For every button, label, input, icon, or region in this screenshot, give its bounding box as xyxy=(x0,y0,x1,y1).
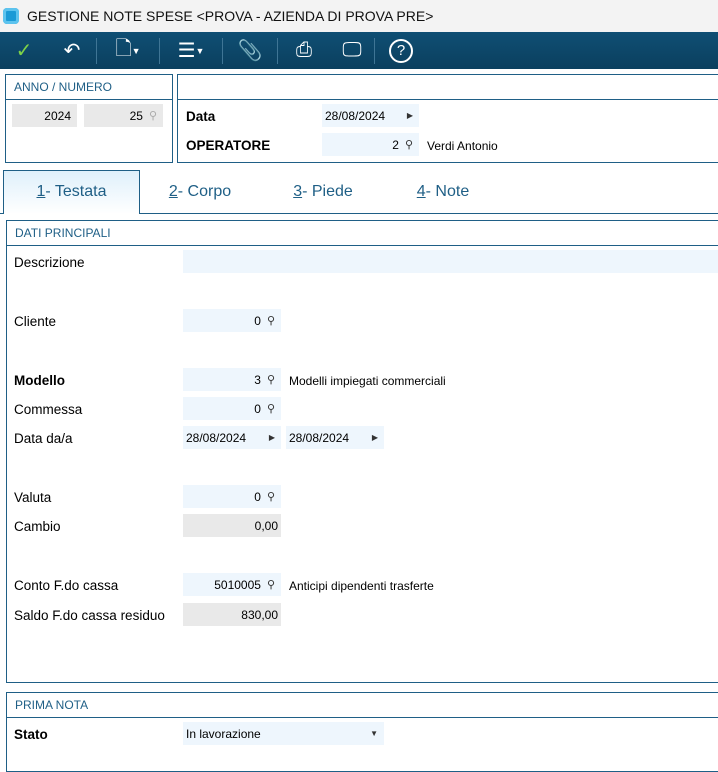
conto-value: 5010005 xyxy=(214,577,261,592)
undo-icon[interactable]: ↶ xyxy=(48,32,96,69)
commessa-value: 0 xyxy=(254,401,261,416)
commessa-label: Commessa xyxy=(14,402,83,417)
operatore-label: OPERATORE xyxy=(186,138,271,153)
help-icon[interactable]: ? xyxy=(375,32,427,69)
cliente-field[interactable]: 0 ⚲ xyxy=(183,309,281,332)
document-icon[interactable]: 🗋 ▼ xyxy=(97,32,159,69)
data-a-field[interactable]: 28/08/2024 ▶ xyxy=(286,426,384,449)
search-icon[interactable]: ⚲ xyxy=(267,402,275,415)
search-icon[interactable]: ⚲ xyxy=(149,109,157,122)
search-icon[interactable]: ⚲ xyxy=(267,373,275,386)
search-icon[interactable]: ⚲ xyxy=(267,578,275,591)
modello-value: 3 xyxy=(254,372,261,387)
stato-value: In lavorazione xyxy=(186,726,261,741)
check-icon[interactable]: ✓ xyxy=(0,32,48,69)
tab-piede[interactable]: 3 - Piede xyxy=(273,170,373,213)
header-panel-title xyxy=(178,75,718,100)
operatore-value: 2 xyxy=(392,137,399,152)
anno-numero-title: ANNO / NUMERO xyxy=(6,75,172,100)
descrizione-label: Descrizione xyxy=(14,255,85,270)
conto-field[interactable]: 5010005 ⚲ xyxy=(183,573,281,596)
anno-value: 2024 xyxy=(44,108,71,123)
saldo-label: Saldo F.do cassa residuo xyxy=(14,608,165,623)
operatore-field[interactable]: 2 ⚲ xyxy=(322,133,419,156)
cambio-label: Cambio xyxy=(14,519,61,534)
cliente-label: Cliente xyxy=(14,314,57,329)
data-a-value: 28/08/2024 xyxy=(289,430,350,445)
calendar-arrow-icon[interactable]: ▶ xyxy=(362,433,378,442)
title-bar: GESTIONE NOTE SPESE <PROVA - AZIENDA DI … xyxy=(0,0,718,32)
stato-select[interactable]: In lavorazione ▼ xyxy=(183,722,384,745)
descrizione-input[interactable] xyxy=(183,250,718,273)
operatore-name: Verdi Antonio xyxy=(427,139,498,153)
saldo-field: 830,00 xyxy=(183,603,281,626)
window-title: GESTIONE NOTE SPESE <PROVA - AZIENDA DI … xyxy=(27,8,434,24)
modello-field[interactable]: 3 ⚲ xyxy=(183,368,281,391)
data-da-field[interactable]: 28/08/2024 ▶ xyxy=(183,426,281,449)
prima-nota-title: PRIMA NOTA xyxy=(7,693,718,718)
stato-label: Stato xyxy=(14,727,48,742)
calendar-arrow-icon[interactable]: ▶ xyxy=(259,433,275,442)
data-field[interactable]: 28/08/2024 ▶ xyxy=(322,104,419,127)
data-label: Data xyxy=(186,109,216,124)
valuta-label: Valuta xyxy=(14,490,52,505)
dati-principali-title: DATI PRINCIPALI xyxy=(7,221,718,246)
anno-field[interactable]: 2024 xyxy=(12,104,77,127)
commessa-field[interactable]: 0 ⚲ xyxy=(183,397,281,420)
conto-label: Conto F.do cassa xyxy=(14,578,119,593)
app-icon xyxy=(3,8,19,24)
modello-label: Modello xyxy=(14,373,65,388)
cliente-value: 0 xyxy=(254,313,261,328)
data-da-a-label: Data da/a xyxy=(14,431,73,446)
calendar-arrow-icon[interactable]: ▶ xyxy=(397,111,413,120)
numero-field[interactable]: 25 ⚲ xyxy=(84,104,163,127)
menu-icon[interactable]: ☰ ▼ xyxy=(160,32,222,69)
search-icon[interactable]: ⚲ xyxy=(405,138,413,151)
tab-corpo[interactable]: 2 - Corpo xyxy=(150,170,250,213)
search-icon[interactable]: ⚲ xyxy=(267,314,275,327)
data-da-value: 28/08/2024 xyxy=(186,430,247,445)
monitor-icon[interactable]: 🖵 xyxy=(330,32,374,69)
modello-desc: Modelli impiegati commerciali xyxy=(289,374,446,388)
data-value: 28/08/2024 xyxy=(325,108,386,123)
search-icon[interactable]: ⚲ xyxy=(267,490,275,503)
numero-value: 25 xyxy=(129,108,143,123)
print-icon[interactable]: ⎙ xyxy=(278,32,330,69)
conto-desc: Anticipi dipendenti trasferte xyxy=(289,579,434,593)
tab-testata[interactable]: 1 - Testata xyxy=(3,170,140,213)
valuta-field[interactable]: 0 ⚲ xyxy=(183,485,281,508)
cambio-field: 0,00 xyxy=(183,514,281,537)
toolbar: ✓ ↶ 🗋 ▼ ☰ ▼ 📎 ⎙ 🖵 ? xyxy=(0,32,718,69)
valuta-value: 0 xyxy=(254,489,261,504)
chevron-down-icon[interactable]: ▼ xyxy=(360,729,378,738)
tab-note[interactable]: 4 - Note xyxy=(393,170,493,213)
paperclip-icon[interactable]: 📎 xyxy=(223,32,277,69)
